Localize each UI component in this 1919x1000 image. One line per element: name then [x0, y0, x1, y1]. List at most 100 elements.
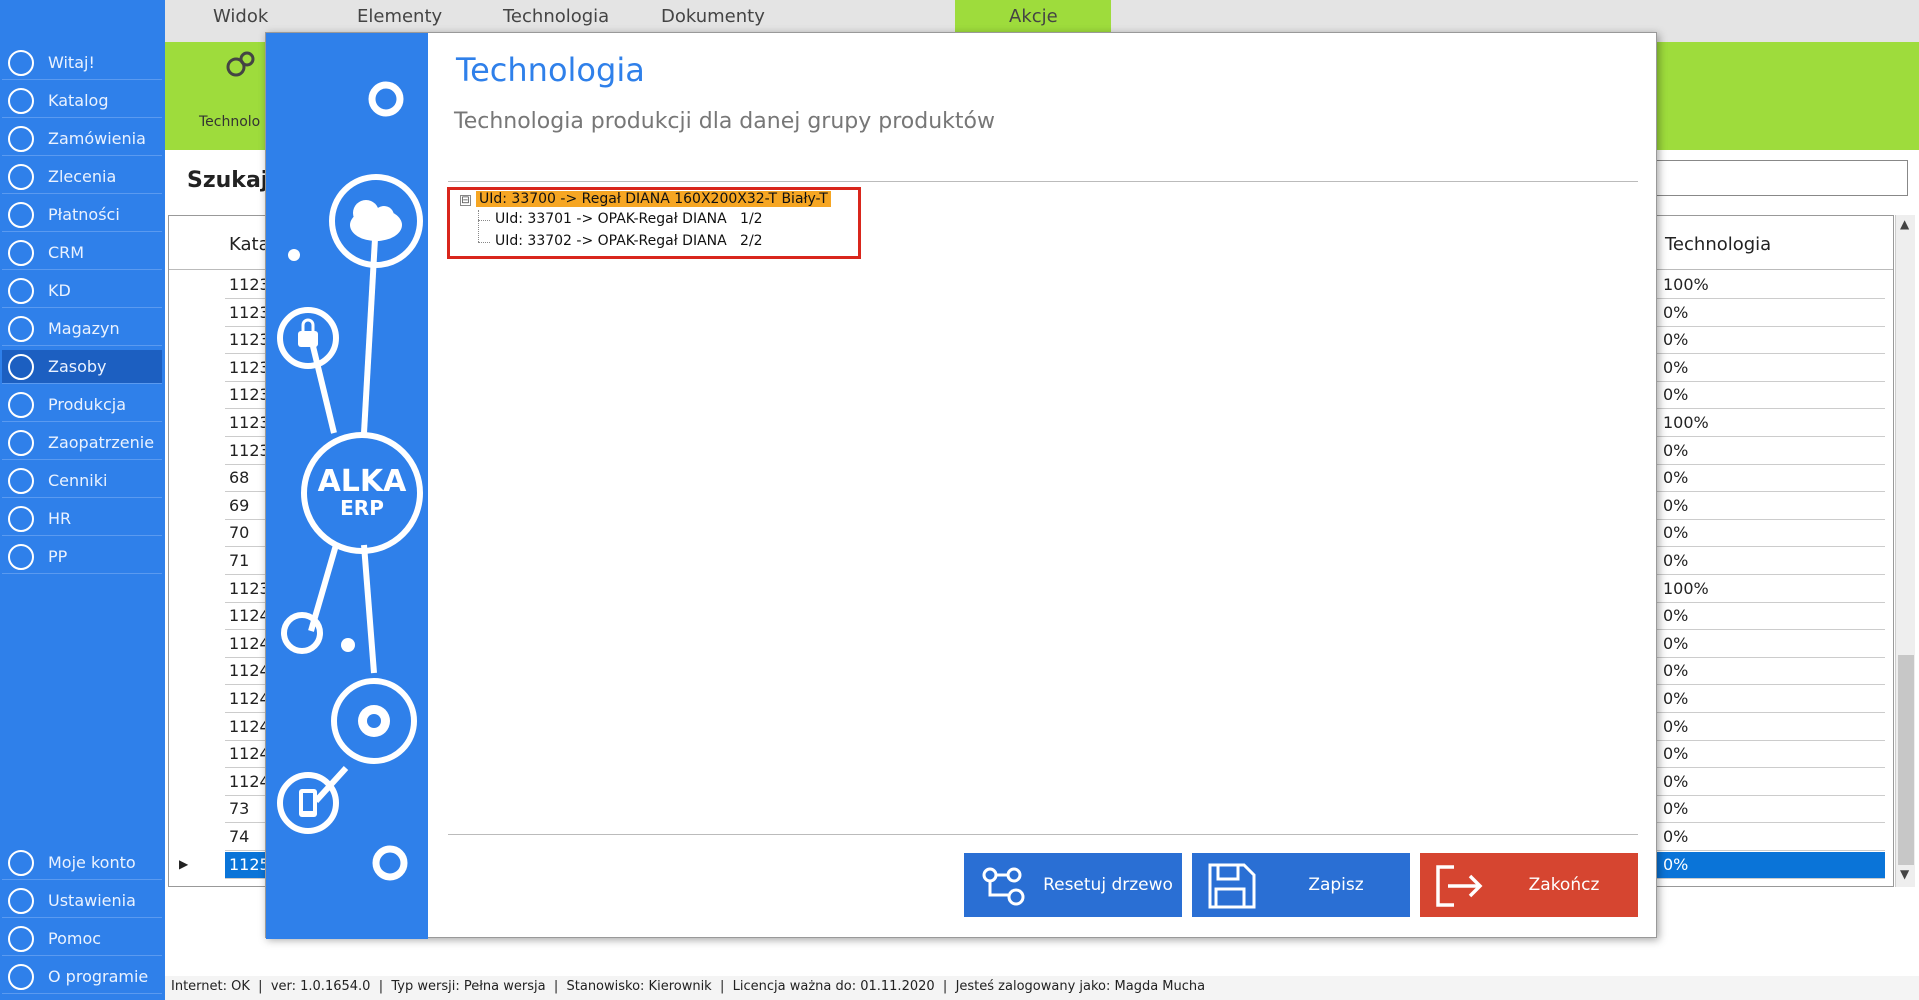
sidebar-item-label: Zaopatrzenie: [48, 433, 155, 452]
grid-cell-technology[interactable]: 0%: [1657, 741, 1885, 769]
grid-cell-technology[interactable]: 0%: [1657, 686, 1885, 713]
dialog-subtitle: Technologia produkcji dla danej grupy pr…: [454, 109, 995, 134]
sidebar-item-label: Pomoc: [48, 929, 102, 948]
sidebar-item[interactable]: PP: [2, 540, 162, 574]
tab-technologia[interactable]: Technologia: [503, 6, 609, 27]
grid-cell-technology[interactable]: 0%: [1657, 824, 1885, 851]
grid-cell-technology[interactable]: 100%: [1657, 272, 1885, 299]
reset-tree-button[interactable]: Resetuj drzewo: [964, 853, 1182, 917]
tree-child-node[interactable]: UId: 33701 -> OPAK-Regał DIANA 1/2: [495, 211, 763, 227]
sidebar-item-label: Zasoby: [48, 357, 107, 376]
divider: [448, 181, 1638, 182]
scroll-thumb[interactable]: [1898, 655, 1914, 865]
grid-cell-technology[interactable]: 0%: [1657, 382, 1885, 410]
sidebar-item-label: PP: [48, 547, 68, 566]
production-icon: [8, 391, 34, 418]
technology-icon[interactable]: [223, 50, 257, 80]
sidebar-item[interactable]: Cenniki: [2, 464, 162, 498]
technology-dialog: ALKA ERP Technologia Technologia produkc…: [265, 32, 1657, 939]
status-internet: Internet: OK: [171, 979, 250, 994]
status-license: Licencja ważna do: 01.11.2020: [732, 979, 935, 994]
sidebar-item-label: Zlecenia: [48, 167, 117, 186]
ribbon-technology-label[interactable]: Technolo: [199, 114, 260, 130]
grid-scrollbar[interactable]: ▲ ▼: [1895, 215, 1915, 887]
account-icon: [8, 849, 34, 876]
grid-cell-technology[interactable]: 0%: [1657, 327, 1885, 355]
grid-cell-technology[interactable]: 0%: [1657, 658, 1885, 686]
collapse-icon[interactable]: ⊟: [460, 195, 471, 206]
grid-cell-technology[interactable]: 0%: [1657, 796, 1885, 824]
sidebar-item[interactable]: Płatności: [2, 198, 162, 232]
save-button[interactable]: Zapisz: [1192, 853, 1410, 917]
scroll-down-icon[interactable]: ▼: [1900, 867, 1909, 881]
technology-column-header[interactable]: Technologia: [1665, 234, 1771, 255]
sidebar-item[interactable]: Produkcja: [2, 388, 162, 422]
sidebar-item-label: Zamówienia: [48, 129, 146, 148]
grid-cell-technology[interactable]: 0%: [1657, 603, 1885, 631]
sidebar-item[interactable]: Zamówienia: [2, 122, 162, 156]
sidebar-item[interactable]: Witaj!: [2, 46, 162, 80]
sidebar-item-label: Płatności: [48, 205, 120, 224]
sidebar-item[interactable]: KD: [2, 274, 162, 308]
grid-cell-technology[interactable]: 0%: [1657, 631, 1885, 658]
grid-cell-technology[interactable]: 0%: [1657, 520, 1885, 548]
exit-icon: [1436, 865, 1483, 907]
sidebar-item-label: Produkcja: [48, 395, 126, 414]
grid-cell-technology[interactable]: 0%: [1657, 851, 1885, 879]
info-icon: [8, 963, 34, 990]
tab-dokumenty[interactable]: Dokumenty: [661, 6, 765, 27]
logo-text-erp: ERP: [340, 496, 384, 520]
grid-cell-technology[interactable]: 0%: [1657, 355, 1885, 382]
sidebar-bottom-item[interactable]: O programie: [2, 960, 162, 994]
grid-cell-technology[interactable]: 100%: [1657, 410, 1885, 437]
sidebar: Witaj! Katalog Zamówienia Zlecenia Płatności…: [0, 0, 165, 1000]
tab-widok[interactable]: Widok: [213, 6, 268, 27]
sidebar-item[interactable]: Zlecenia: [2, 160, 162, 194]
home-icon: [8, 49, 34, 76]
sidebar-item[interactable]: HR: [2, 502, 162, 536]
divider: [448, 834, 1638, 835]
status-station: Stanowisko: Kierownik: [566, 979, 712, 994]
search-input[interactable]: [1650, 160, 1908, 196]
grid-cell-technology[interactable]: 0%: [1657, 493, 1885, 520]
tree-connector: [478, 220, 490, 221]
grid-cell-technology[interactable]: 0%: [1657, 548, 1885, 575]
sidebar-item-label: Moje konto: [48, 853, 136, 872]
floppy-disk-icon: [1208, 863, 1256, 909]
sidebar-item[interactable]: Katalog: [2, 84, 162, 118]
sidebar-item[interactable]: Zasoby: [2, 350, 162, 384]
grid-cell-technology[interactable]: 0%: [1657, 465, 1885, 493]
current-row-indicator-icon: ▶: [179, 856, 189, 871]
tab-elementy[interactable]: Elementy: [357, 6, 442, 27]
status-user: Jesteś zalogowany jako: Magda Mucha: [955, 979, 1206, 994]
scroll-up-icon[interactable]: ▲: [1900, 217, 1909, 231]
status-type: Typ wersji: Pełna wersja: [391, 979, 546, 994]
tree-child-node[interactable]: UId: 33702 -> OPAK-Regał DIANA 2/2: [495, 233, 763, 249]
settings-icon: [8, 887, 34, 914]
sidebar-item[interactable]: Zaopatrzenie: [2, 426, 162, 460]
highlighted-tree-region: ⊟ UId: 33700 -> Regał DIANA 160X200X32-T…: [447, 187, 861, 259]
resources-icon: [8, 353, 34, 380]
sidebar-bottom-item[interactable]: Moje konto: [2, 846, 162, 880]
catalog-column-header[interactable]: Kata: [229, 234, 270, 255]
truck-icon: [8, 429, 34, 456]
save-label: Zapisz: [1308, 875, 1364, 895]
finish-button[interactable]: Zakończ: [1420, 853, 1638, 917]
tree-root-node[interactable]: UId: 33700 -> Regał DIANA 160X200X32-T B…: [476, 191, 831, 207]
tree-connector: [478, 242, 490, 243]
grid-cell-technology[interactable]: 0%: [1657, 714, 1885, 741]
grid-cell-technology[interactable]: 0%: [1657, 769, 1885, 796]
sidebar-item[interactable]: CRM: [2, 236, 162, 270]
app-window: Witaj! Katalog Zamówienia Zlecenia Płatności…: [0, 0, 1919, 1000]
sidebar-bottom-item[interactable]: Pomoc: [2, 922, 162, 956]
sidebar-item[interactable]: Magazyn: [2, 312, 162, 346]
sidebar-item-label: CRM: [48, 243, 85, 262]
grid-cell-technology[interactable]: 0%: [1657, 438, 1885, 465]
dollar-icon: [8, 201, 34, 228]
person-icon: [8, 277, 34, 304]
dialog-title: Technologia: [456, 51, 645, 89]
sidebar-bottom-item[interactable]: Ustawienia: [2, 884, 162, 918]
grid-cell-technology[interactable]: 100%: [1657, 576, 1885, 603]
grid-cell-technology[interactable]: 0%: [1657, 300, 1885, 327]
crm-icon: [8, 239, 34, 266]
